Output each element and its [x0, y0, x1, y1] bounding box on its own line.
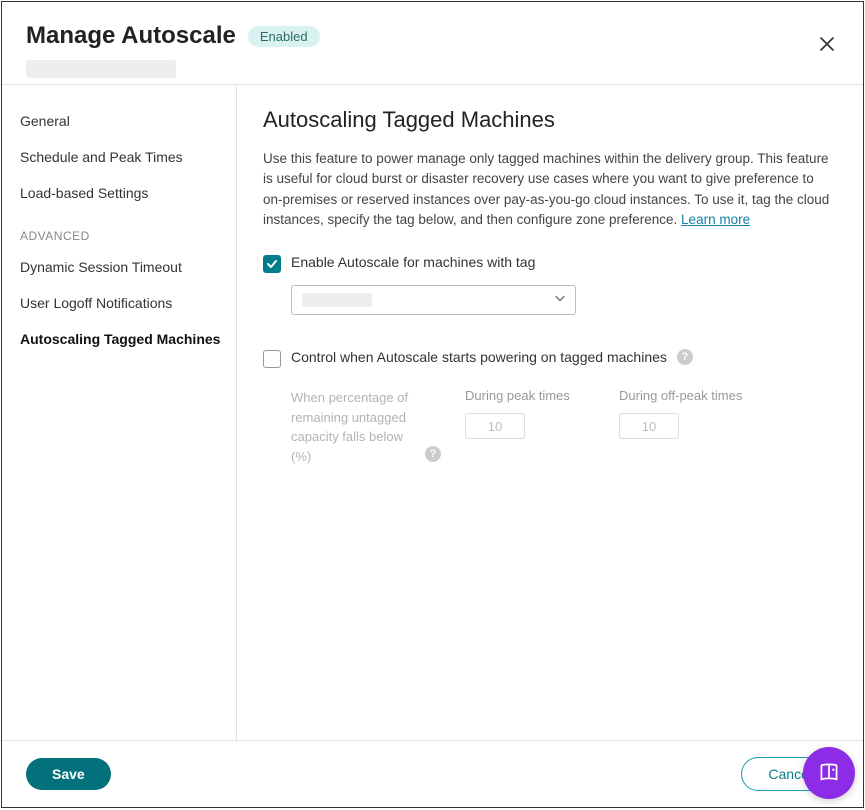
close-icon: [818, 35, 836, 53]
enable-row: Enable Autoscale for machines with tag: [263, 254, 837, 273]
threshold-section: When percentage of remaining untagged ca…: [291, 388, 837, 466]
status-badge: Enabled: [248, 26, 320, 47]
manage-autoscale-dialog: Manage Autoscale Enabled General Schedul…: [1, 1, 864, 808]
help-icon[interactable]: ?: [425, 446, 441, 462]
offpeak-input: [619, 413, 679, 439]
learn-more-link[interactable]: Learn more: [681, 212, 750, 227]
threshold-label: When percentage of remaining untagged ca…: [291, 388, 441, 466]
dialog-body: General Schedule and Peak Times Load-bas…: [2, 84, 863, 740]
save-button[interactable]: Save: [26, 758, 111, 790]
sidebar-item-general[interactable]: General: [20, 103, 226, 139]
check-icon: [266, 258, 278, 270]
sidebar-item-load-based[interactable]: Load-based Settings: [20, 175, 226, 211]
delivery-group-name: [26, 60, 176, 78]
dialog-title: Manage Autoscale: [26, 22, 236, 50]
content-heading: Autoscaling Tagged Machines: [263, 107, 837, 133]
help-fab[interactable]: [803, 747, 855, 799]
sidebar-heading-advanced: ADVANCED: [20, 211, 226, 249]
sidebar-item-dynamic-timeout[interactable]: Dynamic Session Timeout: [20, 249, 226, 285]
control-label: Control when Autoscale starts powering o…: [291, 349, 667, 365]
help-icon[interactable]: ?: [677, 349, 693, 365]
dialog-footer: Save Cancel: [2, 740, 863, 807]
sidebar-item-logoff-notifications[interactable]: User Logoff Notifications: [20, 285, 226, 321]
enable-checkbox[interactable]: [263, 255, 281, 273]
book-sparkle-icon: [816, 760, 842, 786]
sidebar: General Schedule and Peak Times Load-bas…: [2, 85, 237, 740]
peak-heading: During peak times: [465, 388, 595, 403]
close-button[interactable]: [815, 32, 839, 56]
content-description: Use this feature to power manage only ta…: [263, 149, 837, 230]
control-row: Control when Autoscale starts powering o…: [263, 349, 837, 368]
content-panel: Autoscaling Tagged Machines Use this fea…: [237, 85, 863, 740]
control-checkbox[interactable]: [263, 350, 281, 368]
offpeak-column: During off-peak times: [619, 388, 749, 466]
peak-column: During peak times: [465, 388, 595, 466]
tag-select[interactable]: [291, 285, 576, 315]
offpeak-heading: During off-peak times: [619, 388, 749, 403]
sidebar-item-autoscaling-tagged[interactable]: Autoscaling Tagged Machines: [20, 321, 226, 357]
sidebar-item-schedule[interactable]: Schedule and Peak Times: [20, 139, 226, 175]
dialog-header: Manage Autoscale Enabled: [2, 2, 863, 84]
selected-tag-value: [302, 293, 372, 307]
peak-input: [465, 413, 525, 439]
enable-label: Enable Autoscale for machines with tag: [291, 254, 535, 270]
chevron-down-icon: [553, 292, 567, 309]
threshold-label-text: When percentage of remaining untagged ca…: [291, 388, 421, 466]
